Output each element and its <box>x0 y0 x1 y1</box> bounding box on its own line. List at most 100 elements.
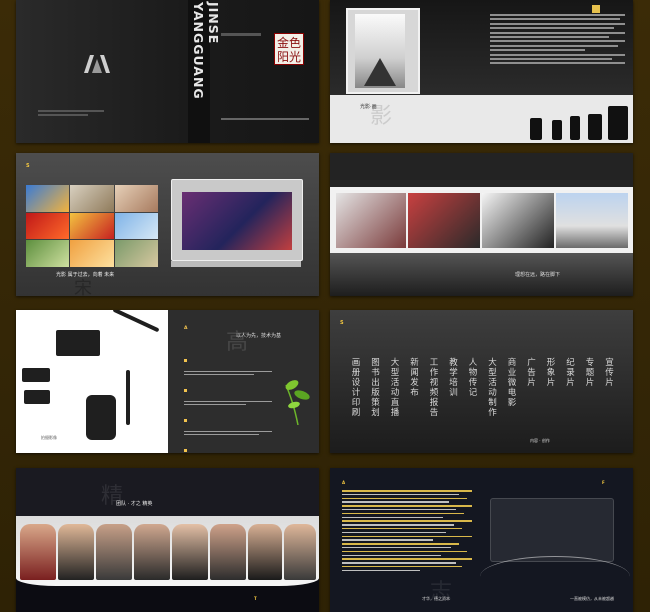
list-item <box>184 350 272 375</box>
section-badge: A <box>342 480 346 485</box>
crew-silhouette <box>552 120 562 140</box>
brand-logo-seal: 金色 阳光 <box>274 33 304 65</box>
team-title: 团队 · 才之 精英 <box>116 501 153 507</box>
grid-photo <box>114 212 158 240</box>
crew-silhouette <box>570 116 580 140</box>
service-glyph: 纪 <box>566 358 575 368</box>
service-glyph: 视 <box>429 378 439 388</box>
service-glyph: 刷 <box>351 408 361 418</box>
service-glyph: 告 <box>429 408 439 418</box>
service-column: 纪录片 <box>562 358 580 388</box>
service-glyph: 宣 <box>605 358 614 368</box>
broadcast-spread[interactable]: S 宋 光影 属于过去，向着 未来 <box>16 153 319 296</box>
service-glyph: 专 <box>585 358 595 368</box>
service-glyph: 报 <box>429 398 439 408</box>
service-column: 广告片 <box>523 358 541 388</box>
team-spread[interactable]: 精 团队 · 才之 精英 T <box>16 468 319 612</box>
service-glyph: 物 <box>468 368 478 378</box>
service-glyph: 划 <box>371 408 380 418</box>
services-spread[interactable]: S 宣传片专题片纪录片形象片广告片商业微电影大型活动制作人物传记教学培训工作视频… <box>330 310 633 453</box>
service-glyph: 频 <box>429 388 439 398</box>
set-photo <box>482 193 554 248</box>
service-glyph: 闻 <box>410 368 419 378</box>
service-column: 图书出版策划 <box>367 358 385 418</box>
cover-spread[interactable]: JINSE YANGGUANG 金色 阳光 <box>16 0 319 143</box>
service-glyph: 书 <box>371 368 380 378</box>
list-item <box>184 410 272 435</box>
service-glyph: 印 <box>351 398 361 408</box>
service-glyph: 片 <box>585 378 595 388</box>
team-member-photo <box>20 524 56 580</box>
list-item <box>184 380 272 405</box>
equipment-caption: 拍摄影像 <box>41 435 57 440</box>
service-glyph: 计 <box>351 388 361 398</box>
grunge-texture <box>330 253 633 296</box>
service-glyph: 录 <box>566 368 575 378</box>
section-badge: F <box>602 480 605 485</box>
service-column: 商业微电影 <box>503 358 521 408</box>
credentials-list <box>342 490 472 574</box>
logo-line-2: 阳光 <box>276 50 301 64</box>
service-glyph: 直 <box>390 398 400 408</box>
service-glyph: 布 <box>410 388 419 398</box>
service-glyph: 大 <box>488 358 497 368</box>
service-column: 宣传片 <box>601 358 619 388</box>
crew-silhouette <box>588 114 602 140</box>
service-column: 工作视频报告 <box>425 358 443 418</box>
crew-silhouette <box>530 118 542 140</box>
section-badge: T <box>254 596 257 601</box>
services-caption: 内容 · 创作 <box>530 438 550 443</box>
service-glyph: 片 <box>546 378 556 388</box>
service-glyph: 训 <box>449 388 458 398</box>
grid-photo <box>26 212 70 240</box>
service-glyph: 片 <box>605 378 614 388</box>
camcorder-icon <box>24 390 50 404</box>
monitor-frame <box>171 179 303 261</box>
monitor-stand <box>171 261 301 267</box>
light-swirl <box>480 556 630 597</box>
service-column: 形象片 <box>542 358 560 388</box>
grid-photo <box>114 185 158 212</box>
crane-arm-icon <box>112 310 160 333</box>
service-column: 大型活动制作 <box>484 358 502 418</box>
service-glyph: 学 <box>449 368 458 378</box>
service-glyph: 新 <box>410 358 419 368</box>
service-glyph: 画 <box>351 358 361 368</box>
service-glyph: 电 <box>507 388 517 398</box>
credentials-caption-left: 才华，德之资本 <box>422 596 450 601</box>
service-glyph: 大 <box>390 358 400 368</box>
equipment-spread[interactable]: 拍摄影像 A 高 以人为先，技术为基 <box>16 310 319 453</box>
service-glyph: 影 <box>507 398 517 408</box>
service-glyph: 业 <box>507 368 517 378</box>
leaf-icon <box>285 380 310 425</box>
service-glyph: 型 <box>488 368 497 378</box>
spine-title: JINSE YANGGUANG <box>191 2 221 100</box>
credentials-caption-right: 一直被模仿，从未被超越 <box>570 596 614 601</box>
service-glyph: 告 <box>527 368 536 378</box>
team-member-photo <box>134 524 170 580</box>
grid-photo <box>26 185 70 212</box>
team-member-photo <box>58 524 94 580</box>
service-glyph: 发 <box>410 378 419 388</box>
service-column: 教学培训 <box>445 358 463 398</box>
cover-rule <box>221 33 261 36</box>
service-glyph: 传 <box>468 378 478 388</box>
service-glyph: 广 <box>527 358 536 368</box>
service-column: 新闻发布 <box>406 358 424 398</box>
service-column: 大型活动直播 <box>386 358 404 418</box>
monitor-screen-photo <box>182 192 292 250</box>
service-glyph: 活 <box>390 378 400 388</box>
broadcast-caption: 光影 属于过去，向着 未来 <box>56 272 115 278</box>
intro-spread[interactable]: 影 光影·画 <box>330 0 633 143</box>
credentials-spread[interactable]: A F 志 才华，德之资本 一直被模仿，从未被超越 <box>330 468 633 612</box>
service-glyph: 活 <box>488 378 497 388</box>
service-glyph: 片 <box>566 378 575 388</box>
steadicam-vest-icon <box>86 395 116 440</box>
service-glyph: 播 <box>390 408 400 418</box>
service-glyph: 型 <box>390 368 400 378</box>
grid-photo <box>70 212 114 240</box>
service-glyph: 记 <box>468 388 478 398</box>
brochure-spreads-board: JINSE YANGGUANG 金色 阳光 影 光影·画 S 宋 光影 属于过去… <box>0 0 650 612</box>
on-set-spread[interactable]: 理想在远，路在脚下 <box>330 153 633 296</box>
brand-mark-icon <box>84 55 110 73</box>
